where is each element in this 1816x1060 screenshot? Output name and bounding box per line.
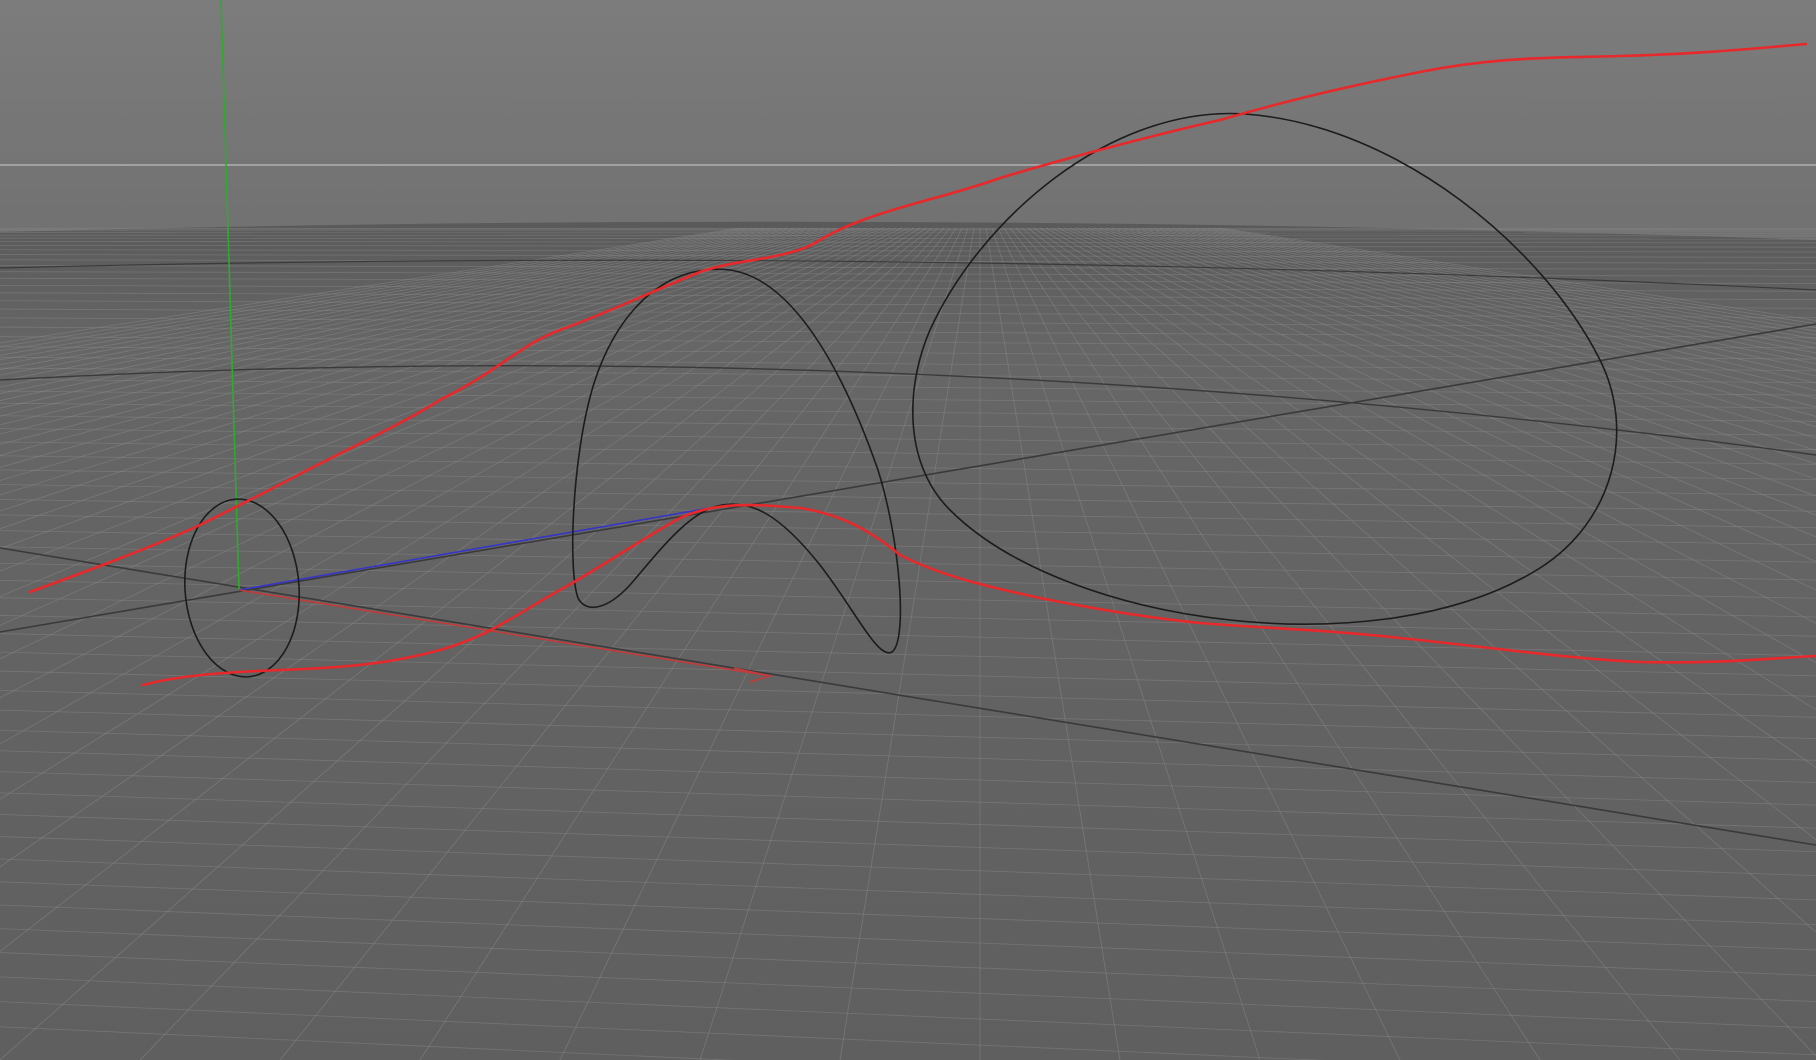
viewport-background <box>0 0 1816 240</box>
3d-viewport[interactable] <box>0 0 1816 1060</box>
viewport-canvas[interactable] <box>0 0 1816 1060</box>
